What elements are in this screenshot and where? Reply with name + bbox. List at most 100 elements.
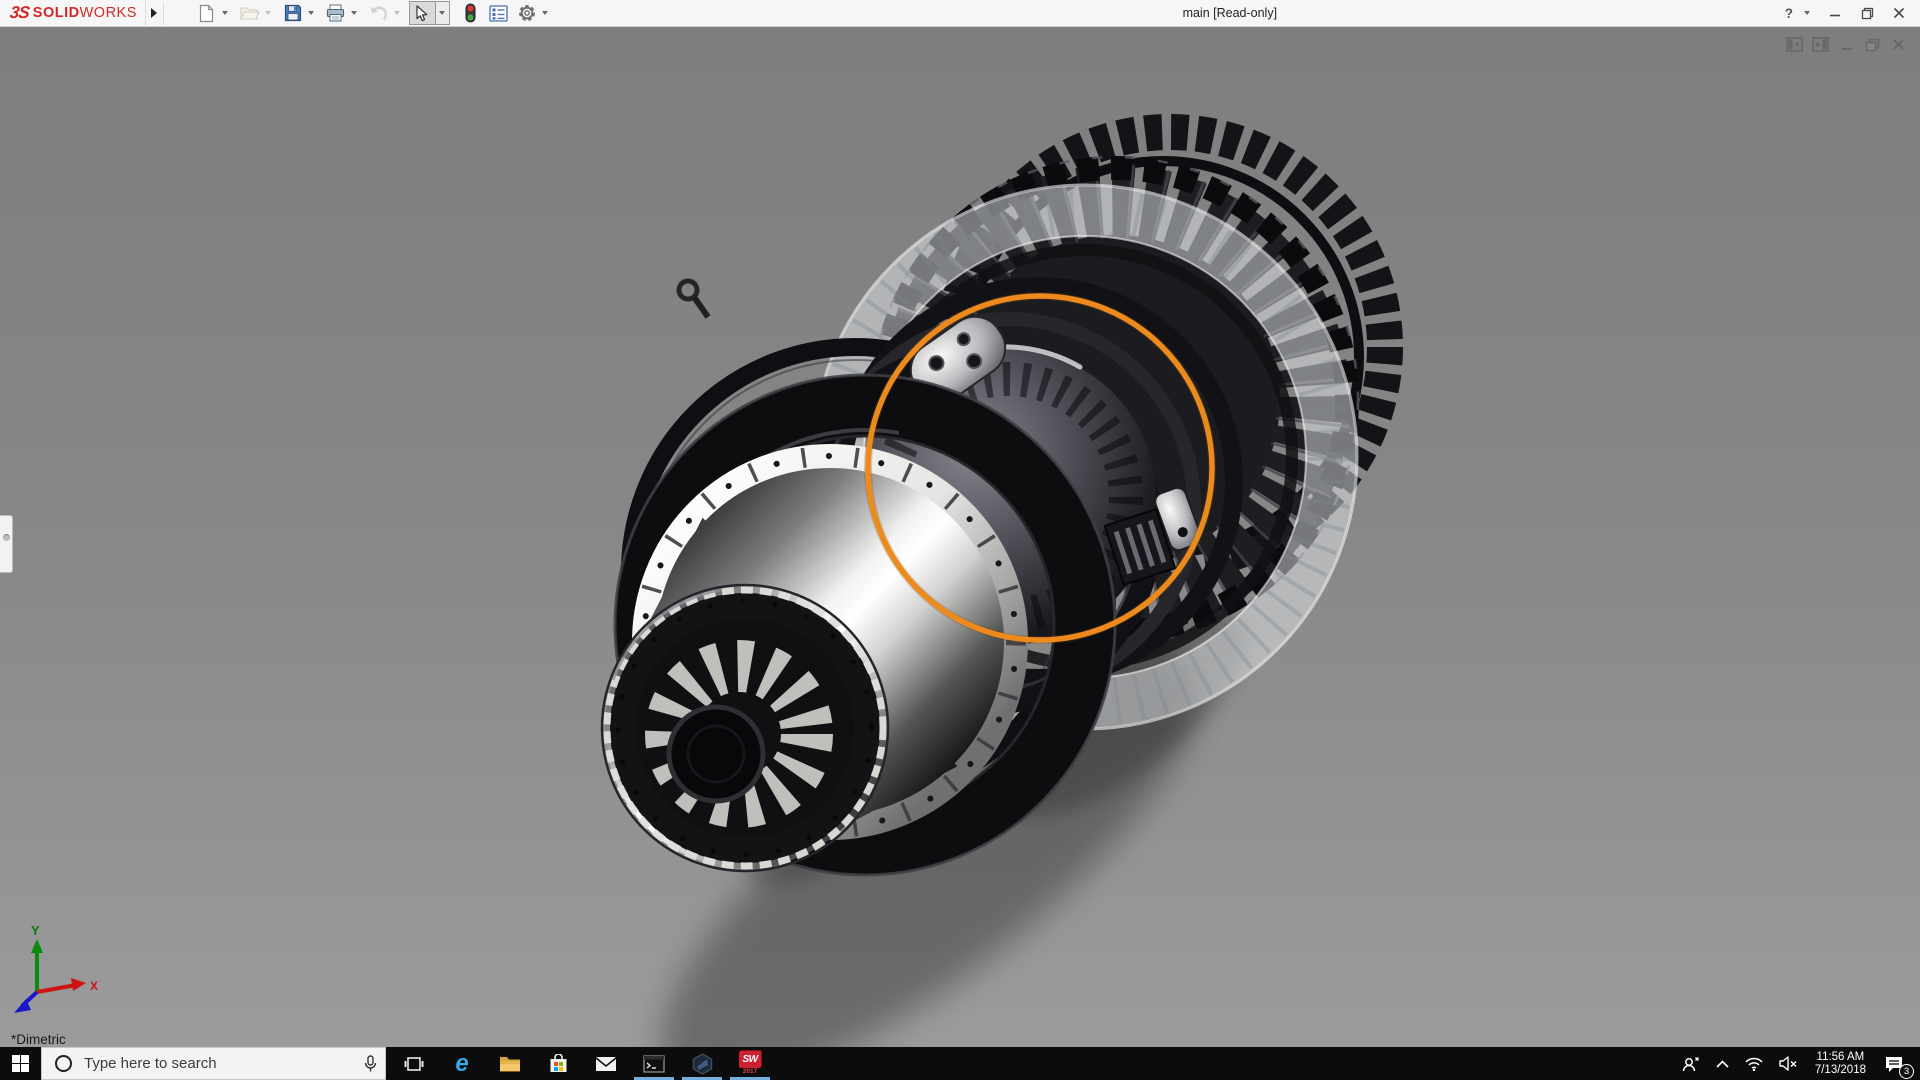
- start-button[interactable]: [0, 1047, 41, 1080]
- print-dropdown[interactable]: [349, 1, 360, 25]
- solidworks-logo-glyph: 3S: [9, 3, 31, 23]
- edge-button[interactable]: e: [438, 1047, 486, 1080]
- graphics-viewport[interactable]: Y X: [0, 27, 1920, 1047]
- display-states-button[interactable]: [458, 1, 484, 25]
- task-view-icon: [404, 1055, 424, 1073]
- wifi-icon: [1745, 1057, 1763, 1071]
- solidworks-logo-light: WORKS: [80, 5, 137, 21]
- orientation-triad: Y X: [14, 923, 98, 1013]
- document-close-button[interactable]: [1890, 37, 1907, 52]
- people-icon: [1681, 1055, 1700, 1072]
- chevron-down-icon: [265, 11, 271, 15]
- chevron-down-icon: [222, 11, 228, 15]
- gear-icon: [517, 3, 537, 23]
- chevron-down-icon: [439, 11, 445, 15]
- command-prompt-button[interactable]: [630, 1047, 678, 1080]
- chevron-down-icon: [394, 11, 400, 15]
- hexagon-app-icon: [692, 1053, 713, 1075]
- undo-button[interactable]: [366, 1, 392, 25]
- open-dropdown[interactable]: [263, 1, 274, 25]
- settings-dropdown[interactable]: [540, 1, 551, 25]
- system-tray: 11:56 AM 7/13/2018 3: [1674, 1047, 1920, 1080]
- chevron-down-icon: [542, 11, 548, 15]
- help-dropdown[interactable]: [1801, 1, 1812, 25]
- save-button[interactable]: [280, 1, 306, 25]
- close-button[interactable]: [1886, 2, 1912, 24]
- tray-overflow-button[interactable]: [1709, 1047, 1736, 1080]
- windows-taskbar: e: [0, 1047, 1920, 1080]
- store-button[interactable]: [534, 1047, 582, 1080]
- command-list-button[interactable]: [486, 1, 512, 25]
- close-icon: [1893, 7, 1905, 19]
- view-orientation-label: *Dimetric: [11, 1032, 66, 1047]
- pane-left-button[interactable]: [1786, 37, 1803, 52]
- restore-icon: [1865, 38, 1880, 52]
- settings-button[interactable]: [514, 1, 540, 25]
- volume-button[interactable]: [1772, 1047, 1805, 1080]
- open-folder-icon: [240, 5, 260, 21]
- hexagon-app-button[interactable]: [678, 1047, 726, 1080]
- close-icon: [1892, 38, 1905, 51]
- file-explorer-icon: [499, 1055, 521, 1073]
- chevron-down-icon: [1804, 11, 1810, 15]
- microphone-icon[interactable]: [355, 1055, 385, 1073]
- task-view-button[interactable]: [390, 1047, 438, 1080]
- undo-arrow-icon: [369, 5, 388, 21]
- document-title: main [Read-only]: [557, 6, 1783, 20]
- solidworks-logo-bold: SOLID: [33, 5, 80, 21]
- help-button[interactable]: ?: [1783, 6, 1795, 21]
- undo-dropdown[interactable]: [392, 1, 403, 25]
- traffic-light-icon: [465, 3, 476, 23]
- pane-right-icon: [1812, 37, 1829, 52]
- document-restore-button[interactable]: [1864, 37, 1881, 52]
- pane-right-button[interactable]: [1812, 37, 1829, 52]
- print-icon: [326, 4, 345, 22]
- taskbar-search[interactable]: [41, 1047, 386, 1080]
- minimize-button[interactable]: [1822, 2, 1848, 24]
- command-prompt-icon: [643, 1055, 665, 1073]
- solidworks-2017-icon: SW 2017: [739, 1051, 761, 1076]
- select-tool-button[interactable]: [409, 1, 436, 25]
- edge-icon: e: [455, 1052, 468, 1076]
- notification-badge: 3: [1899, 1064, 1914, 1079]
- feature-manager-flyout-tab[interactable]: [0, 515, 13, 573]
- network-button[interactable]: [1738, 1047, 1770, 1080]
- solidworks-logo: 3S SOLIDWORKS: [0, 0, 146, 27]
- windows-logo-icon: [12, 1055, 29, 1072]
- cursor-icon: [415, 5, 429, 22]
- tray-time: 11:56 AM: [1815, 1051, 1866, 1064]
- engine-model-render: Y X: [0, 27, 1920, 1047]
- triad-y-label: Y: [31, 923, 40, 938]
- mail-button[interactable]: [582, 1047, 630, 1080]
- file-explorer-button[interactable]: [486, 1047, 534, 1080]
- action-center-button[interactable]: 3: [1876, 1047, 1918, 1080]
- print-button[interactable]: [323, 1, 349, 25]
- new-document-dropdown[interactable]: [220, 1, 231, 25]
- chevron-up-icon: [1716, 1060, 1729, 1068]
- minimize-icon: [1829, 7, 1841, 19]
- solidworks-2017-button[interactable]: SW 2017: [726, 1047, 774, 1080]
- restore-button[interactable]: [1854, 2, 1880, 24]
- open-button[interactable]: [237, 1, 263, 25]
- document-minimize-button[interactable]: [1838, 37, 1855, 52]
- people-button[interactable]: [1674, 1047, 1707, 1080]
- quick-access-toolbar: [194, 0, 557, 27]
- tray-date: 7/13/2018: [1815, 1064, 1866, 1077]
- menu-flyout-button[interactable]: [146, 2, 164, 25]
- new-document-button[interactable]: [194, 1, 220, 25]
- select-tool-dropdown[interactable]: [436, 1, 450, 25]
- minimize-icon: [1840, 38, 1854, 52]
- volume-mute-icon: [1779, 1056, 1798, 1071]
- clock[interactable]: 11:56 AM 7/13/2018: [1807, 1047, 1874, 1080]
- titlebar: 3S SOLIDWORKS: [0, 0, 1920, 27]
- taskbar-app-icons: e: [390, 1047, 774, 1080]
- flyout-tab-dot: [3, 534, 10, 541]
- document-window-controls: [1786, 37, 1907, 52]
- save-dropdown[interactable]: [306, 1, 317, 25]
- restore-icon: [1861, 7, 1874, 20]
- search-input[interactable]: [84, 1055, 355, 1072]
- chevron-down-icon: [351, 11, 357, 15]
- triad-x-label: X: [90, 979, 98, 993]
- pane-left-icon: [1786, 37, 1803, 52]
- new-document-icon: [198, 4, 215, 23]
